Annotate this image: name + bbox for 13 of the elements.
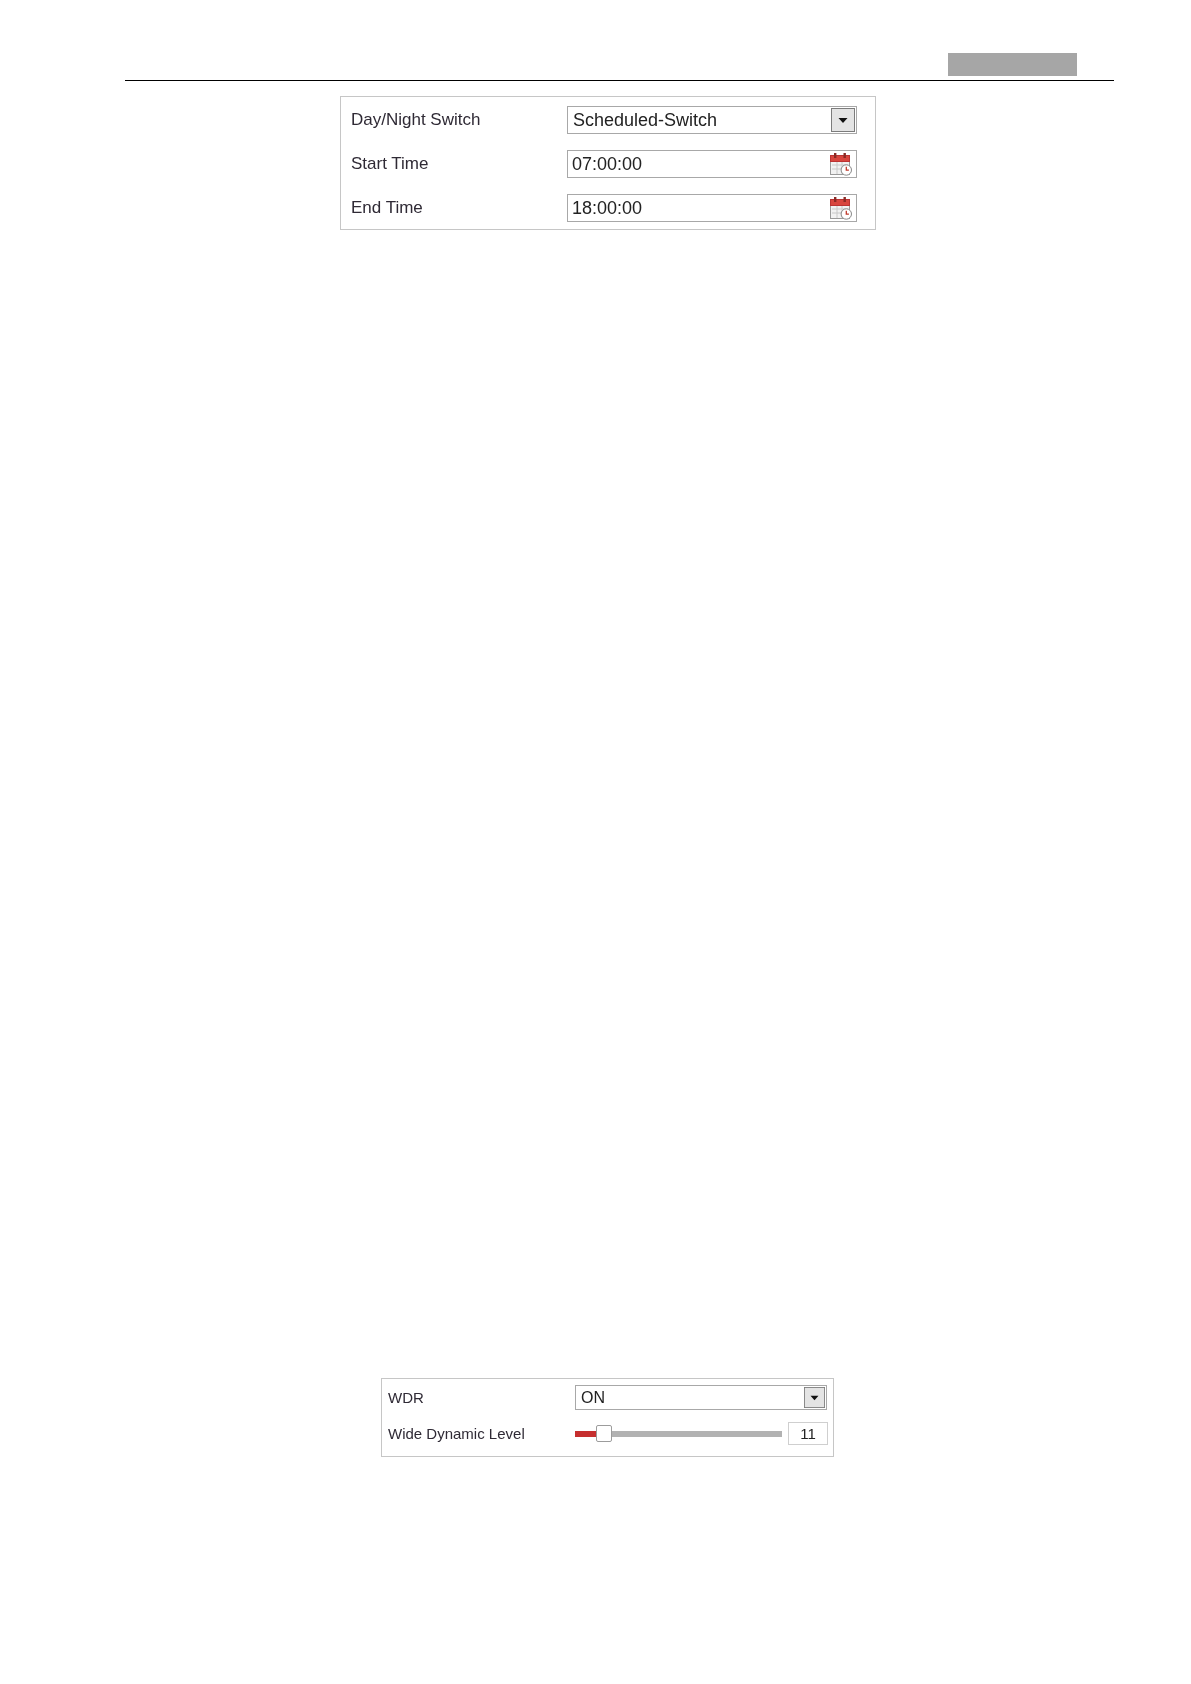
- field-label: Start Time: [351, 154, 430, 174]
- field-label: WDR: [388, 1389, 425, 1406]
- value-input[interactable]: 11: [788, 1422, 828, 1445]
- time-input[interactable]: 07:00:00: [567, 150, 857, 178]
- calendar-clock-icon[interactable]: [829, 196, 853, 220]
- field-label: Day/Night Switch: [351, 110, 482, 130]
- dropdown[interactable]: Scheduled-Switch: [567, 106, 857, 134]
- time-input[interactable]: 18:00:00: [567, 194, 857, 222]
- field-label: End Time: [351, 198, 424, 218]
- dropdown[interactable]: ON: [575, 1385, 827, 1410]
- calendar-clock-icon[interactable]: [829, 152, 853, 176]
- slider-thumb[interactable]: [596, 1425, 612, 1442]
- field-label: Wide Dynamic Level: [388, 1425, 526, 1442]
